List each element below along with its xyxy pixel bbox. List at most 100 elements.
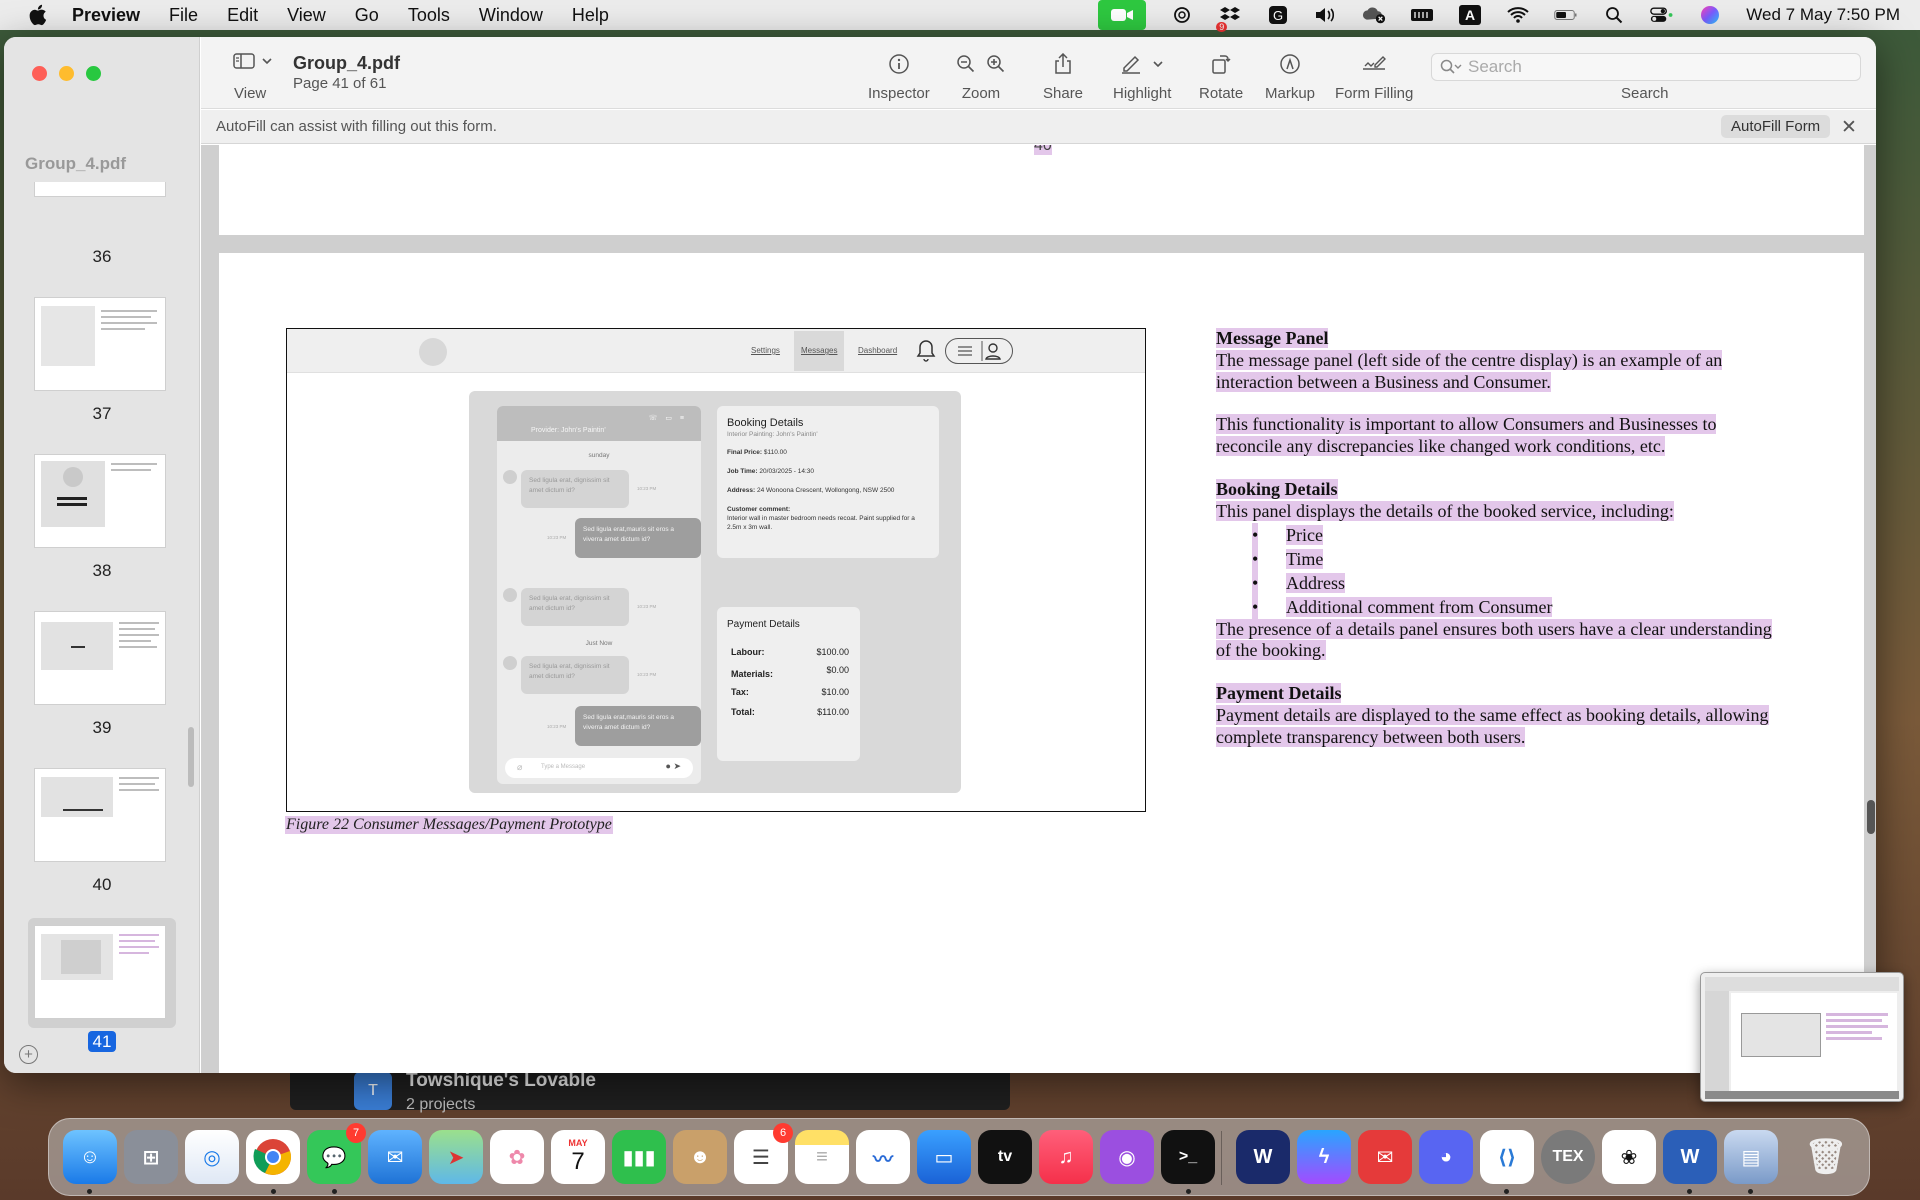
- autofill-banner: AutoFill can assist with filling out thi…: [201, 110, 1876, 144]
- paragraph: Payment details are displayed to the sam…: [1216, 704, 1769, 747]
- add-page-icon[interactable]: +: [19, 1045, 38, 1064]
- calendar-icon[interactable]: MAY 7: [551, 1130, 605, 1184]
- fullscreen-window-button[interactable]: [86, 66, 101, 81]
- paragraph: This panel displays the details of the b…: [1216, 500, 1674, 521]
- menu-file[interactable]: File: [169, 5, 198, 26]
- close-window-button[interactable]: [32, 66, 47, 81]
- numbers-icon[interactable]: ▮▮▮: [612, 1130, 666, 1184]
- input-source-icon[interactable]: A: [1458, 4, 1482, 26]
- volume-icon[interactable]: [1314, 4, 1338, 26]
- discord-icon[interactable]: ◕: [1419, 1130, 1473, 1184]
- share-button[interactable]: Share: [1043, 51, 1083, 102]
- document-title[interactable]: Group_4.pdf: [293, 53, 400, 74]
- thumbnail-page-38[interactable]: [34, 454, 166, 548]
- markup-button[interactable]: Markup: [1265, 51, 1315, 102]
- chrome-icon[interactable]: [246, 1130, 300, 1184]
- messenger-icon[interactable]: ϟ: [1297, 1130, 1351, 1184]
- preview-app-icon[interactable]: ▤: [1724, 1130, 1778, 1184]
- tex-icon[interactable]: TEX: [1541, 1130, 1595, 1184]
- grammarly-icon[interactable]: G: [1266, 4, 1290, 26]
- finder-icon[interactable]: ☺: [63, 1130, 117, 1184]
- zoom-button[interactable]: Zoom: [956, 51, 1006, 102]
- mic-send-icon: ● ➤: [665, 761, 681, 771]
- maps-icon[interactable]: ➤: [429, 1130, 483, 1184]
- close-icon[interactable]: ✕: [1841, 116, 1857, 139]
- icloud-icon[interactable]: [1362, 4, 1386, 26]
- memory-icon[interactable]: [1410, 4, 1434, 26]
- menu-clock[interactable]: Wed 7 May 7:50 PM: [1746, 5, 1900, 25]
- prototype-payment-details: Payment Details Labour: $100.00 Materials…: [717, 607, 860, 761]
- siri-icon[interactable]: [1698, 4, 1722, 26]
- background-window-title: Towshique's Lovable: [406, 1070, 596, 1091]
- prototype-message-in: Sed ligula erat, dignissim sit amet dict…: [521, 588, 629, 626]
- terminal-icon[interactable]: >_: [1161, 1130, 1215, 1184]
- wifi-icon[interactable]: [1506, 4, 1530, 26]
- thumbnail-page-40[interactable]: [34, 768, 166, 862]
- prototype-avatar: [503, 656, 517, 670]
- form-filling-label: Form Filling: [1335, 85, 1414, 102]
- thumbnail-label-36: 36: [92, 247, 112, 266]
- facetime-camera-icon[interactable]: [1098, 0, 1147, 30]
- music-icon[interactable]: ♫: [1039, 1130, 1093, 1184]
- launchpad-icon[interactable]: ⊞: [124, 1130, 178, 1184]
- dropbox-icon[interactable]: 9: [1216, 4, 1242, 32]
- prototype-timestamp: 10:23 PM: [637, 486, 657, 491]
- photos-icon[interactable]: ✿: [490, 1130, 544, 1184]
- thumbnail-page-39[interactable]: [34, 611, 166, 705]
- screenshot-thumbnail-preview[interactable]: [1700, 972, 1904, 1102]
- webex-icon[interactable]: W: [1236, 1130, 1290, 1184]
- menu-go[interactable]: Go: [355, 5, 379, 26]
- reminders-icon[interactable]: ☰ 6: [734, 1123, 793, 1184]
- sidebar-scrollbar[interactable]: [188, 727, 194, 787]
- prototype-timestamp: 10:23 PM: [637, 672, 657, 677]
- form-filling-button[interactable]: Form Filling: [1335, 51, 1413, 102]
- control-center-icon[interactable]: [1650, 4, 1674, 26]
- minimize-window-button[interactable]: [59, 66, 74, 81]
- highlight-button[interactable]: Highlight: [1113, 51, 1171, 102]
- vscode-icon[interactable]: ⟨⟩: [1480, 1130, 1534, 1184]
- rotate-button[interactable]: Rotate: [1199, 51, 1243, 102]
- freeform-icon[interactable]: 〰: [856, 1130, 910, 1184]
- search-field[interactable]: Search: [1431, 53, 1861, 81]
- menu-help[interactable]: Help: [572, 5, 609, 26]
- search-label: Search: [1621, 85, 1669, 102]
- mail-icon[interactable]: ✉: [368, 1130, 422, 1184]
- menu-view[interactable]: View: [287, 5, 326, 26]
- highlight-options-chevron-icon[interactable]: [1152, 60, 1164, 68]
- inspector-button[interactable]: Inspector: [868, 51, 930, 102]
- menu-edit[interactable]: Edit: [227, 5, 258, 26]
- apple-tv-icon[interactable]: tv: [978, 1130, 1032, 1184]
- thumbnail-page-37[interactable]: [34, 297, 166, 391]
- battery-icon[interactable]: [1554, 4, 1578, 26]
- trash-icon[interactable]: 🗑: [1799, 1130, 1853, 1184]
- thumbnail-page-41[interactable]: [34, 925, 166, 1019]
- keynote-icon[interactable]: ▭: [917, 1130, 971, 1184]
- chatgpt-menu-icon[interactable]: [1170, 4, 1194, 26]
- chatgpt-icon[interactable]: ❀: [1602, 1130, 1656, 1184]
- page-text-column[interactable]: Message Panel The message panel (left si…: [1216, 328, 1776, 770]
- mail-app-icon[interactable]: ✉: [1358, 1130, 1412, 1184]
- contacts-icon[interactable]: ☻: [673, 1130, 727, 1184]
- zoom-in-icon[interactable]: [986, 54, 1006, 74]
- prototype-timestamp: 10:23 PM: [637, 604, 657, 609]
- word-icon[interactable]: W: [1663, 1130, 1717, 1184]
- podcasts-icon[interactable]: ◉: [1100, 1130, 1154, 1184]
- prototype-avatar: [503, 588, 517, 602]
- messages-icon[interactable]: 💬 7: [307, 1123, 366, 1184]
- payment-label: Labour:: [731, 647, 765, 657]
- figure-caption[interactable]: Figure 22 Consumer Messages/Payment Prot…: [285, 816, 613, 834]
- zoom-out-icon[interactable]: [956, 54, 976, 74]
- payment-label: Total:: [731, 707, 755, 717]
- safari-icon[interactable]: ◎: [185, 1130, 239, 1184]
- document-viewer[interactable]: 40 Settings Messages Dashboard Provider:…: [201, 145, 1876, 1073]
- menu-window[interactable]: Window: [479, 5, 543, 26]
- spotlight-search-icon[interactable]: [1602, 4, 1626, 26]
- sidebar-toggle-button[interactable]: [233, 53, 273, 69]
- menu-app-name[interactable]: Preview: [72, 5, 140, 26]
- menu-tools[interactable]: Tools: [408, 5, 450, 26]
- apple-menu-icon[interactable]: [24, 1, 52, 29]
- autofill-form-button[interactable]: AutoFill Form: [1721, 115, 1831, 138]
- thumbnail-page-36[interactable]: [34, 182, 166, 197]
- notes-icon[interactable]: ≡: [795, 1130, 849, 1184]
- document-scrollbar[interactable]: [1867, 800, 1875, 834]
